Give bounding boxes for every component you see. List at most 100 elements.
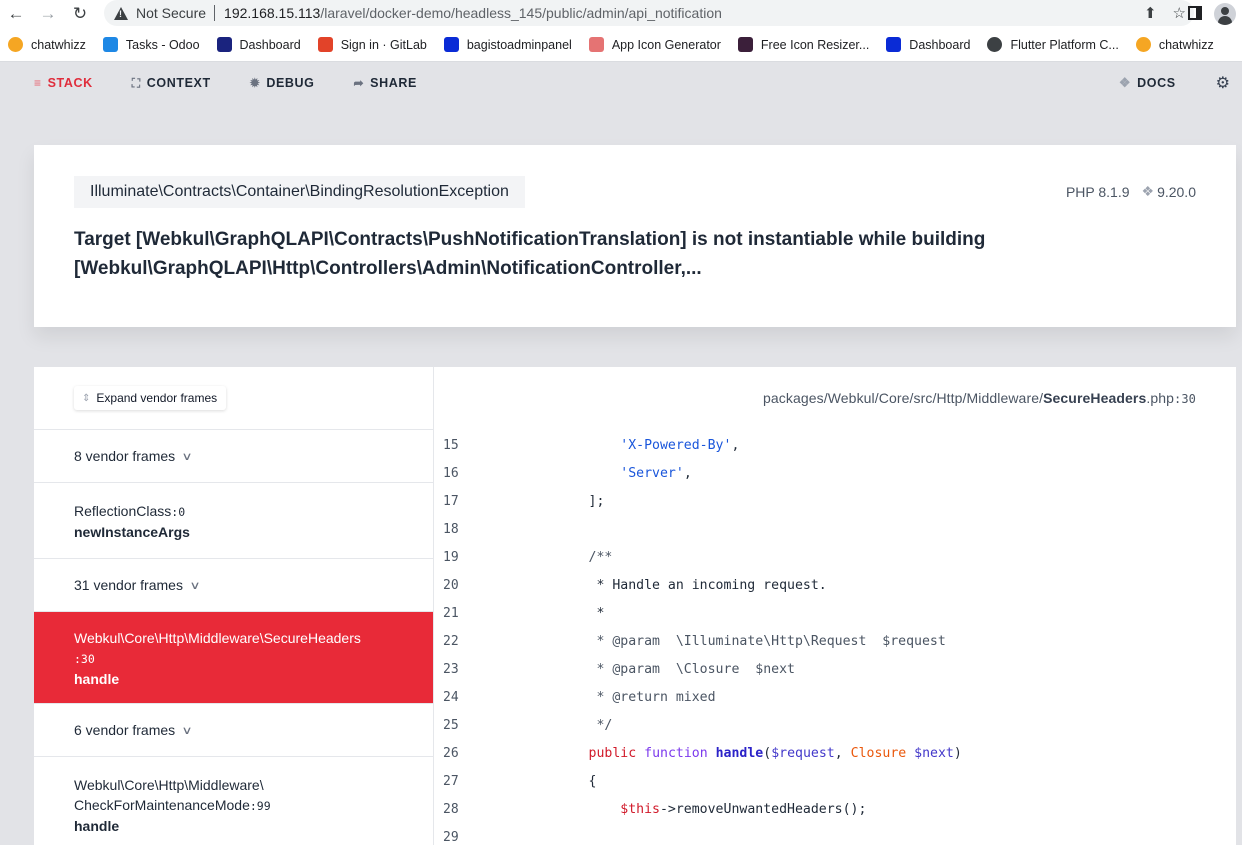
line-number[interactable]: 27 xyxy=(435,774,525,789)
code-line: 21 * xyxy=(435,599,1236,627)
laravel-icon: ❖ xyxy=(1118,75,1132,90)
bookmark-item[interactable]: Flutter Platform C... xyxy=(987,37,1119,52)
vendor-frames-toggle[interactable]: 31 vendor frames ∨ xyxy=(34,559,433,612)
tab-debug[interactable]: ✹ DEBUG xyxy=(250,76,315,90)
url-text[interactable]: 192.168.15.113/laravel/docker-demo/headl… xyxy=(224,5,722,21)
bookmark-item[interactable]: chatwhizz xyxy=(8,37,86,52)
share-page-icon[interactable]: ⬆ xyxy=(1144,4,1157,22)
exception-message: Target [Webkul\GraphQLAPI\Contracts\Push… xyxy=(74,229,986,279)
profile-avatar[interactable] xyxy=(1214,3,1236,25)
php-version: PHP 8.1.9 xyxy=(1065,183,1130,200)
arrow-left-icon: ← xyxy=(7,4,25,23)
code-line: 27 { xyxy=(435,767,1236,795)
line-number[interactable]: 22 xyxy=(435,634,525,649)
bug-icon: ✹ xyxy=(249,76,261,90)
line-number[interactable]: 15 xyxy=(435,438,525,453)
resizer-icon xyxy=(737,37,753,52)
line-number[interactable]: 26 xyxy=(435,746,525,761)
tab-label: DEBUG xyxy=(266,76,315,90)
vendor-frames-toggle[interactable]: 6 vendor frames ∨ xyxy=(34,704,433,757)
line-number[interactable]: 17 xyxy=(435,494,525,509)
frame-class: ReflectionClass xyxy=(74,503,172,519)
frame-method: newInstanceArgs xyxy=(74,524,190,540)
stack-frame-selected[interactable]: Webkul\Core\Http\Middleware\SecureHeader… xyxy=(34,612,433,704)
line-number[interactable]: 18 xyxy=(435,522,525,537)
security-status[interactable]: Not Secure xyxy=(136,5,206,21)
chevron-down-icon: ∨ xyxy=(189,579,201,592)
line-number[interactable]: 19 xyxy=(435,550,525,565)
bookmark-item[interactable]: bagistoadminpanel xyxy=(443,37,572,52)
side-panel-icon[interactable] xyxy=(1188,6,1202,20)
frames-header: ⇕ Expand vendor frames xyxy=(34,367,433,430)
reload-button[interactable]: ↻ xyxy=(64,0,96,28)
code-text: /** xyxy=(588,549,613,565)
line-number[interactable]: 29 xyxy=(435,830,525,845)
docs-link[interactable]: ❖ DOCS xyxy=(1119,75,1176,91)
line-number[interactable]: 23 xyxy=(435,662,525,677)
address-bar[interactable]: Not Secure 192.168.15.113/laravel/docker… xyxy=(104,0,1194,26)
code-line: 17 ]; xyxy=(435,487,1236,515)
expand-vendor-frames-button[interactable]: ⇕ Expand vendor frames xyxy=(74,386,227,410)
code-line: 29 xyxy=(435,823,1236,845)
code-text: ]; xyxy=(525,493,605,509)
file-path[interactable]: packages/Webkul/Core/src/Http/Middleware… xyxy=(763,390,1196,406)
line-number[interactable]: 16 xyxy=(435,466,525,481)
bookmark-item[interactable]: Dashboard xyxy=(886,37,970,52)
gear-icon[interactable]: ⚙ xyxy=(1216,73,1230,93)
warning-icon xyxy=(114,6,128,20)
bookmark-item[interactable]: App Icon Generator xyxy=(588,37,721,52)
line-number[interactable]: 20 xyxy=(435,578,525,593)
line-number[interactable]: 25 xyxy=(435,718,525,733)
browser-toolbar: ← → ↻ Not Secure 192.168.15.113/laravel/… xyxy=(0,0,1242,28)
bookmark-label: Free Icon Resizer... xyxy=(760,37,870,52)
code-viewer: packages/Webkul/Core/src/Http/Middleware… xyxy=(435,367,1236,845)
code-line: 20 * Handle an incoming request. xyxy=(435,571,1236,599)
forward-button[interactable]: → xyxy=(32,0,64,28)
chevron-down-icon: ∨ xyxy=(181,724,193,737)
gitlab-icon xyxy=(317,37,333,52)
vendor-frames-toggle[interactable]: 8 vendor frames ∨ xyxy=(34,430,433,483)
back-button[interactable]: ← xyxy=(0,0,32,28)
tab-context[interactable]: ⛶ CONTEXT xyxy=(132,76,211,91)
code-text: * @return mixed xyxy=(596,689,716,705)
tab-stack[interactable]: ≡ STACK xyxy=(34,76,93,90)
stack-icon: ≡ xyxy=(34,76,42,90)
code-line: 16 'Server', xyxy=(435,459,1236,487)
line-number[interactable]: 24 xyxy=(435,690,525,705)
code-line: 19 /** xyxy=(435,543,1236,571)
bookmark-item[interactable]: Dashboard xyxy=(216,37,301,52)
bookmark-label: Flutter Platform C... xyxy=(1010,37,1119,52)
bookmark-item[interactable]: Tasks - Odoo xyxy=(102,37,200,52)
line-number[interactable]: 21 xyxy=(435,606,525,621)
bookmark-label: Dashboard xyxy=(239,37,301,52)
path-prefix: packages/Webkul/Core/src/Http/Middleware… xyxy=(763,390,1044,406)
globe-icon xyxy=(987,37,1003,52)
chatwhizz-icon xyxy=(8,37,23,52)
bookmark-label: Tasks - Odoo xyxy=(125,37,200,52)
stack-frame[interactable]: Webkul\Core\Http\Middleware\ CheckForMain… xyxy=(34,757,433,845)
bookmark-item[interactable]: chatwhizz xyxy=(1135,37,1214,52)
tab-share[interactable]: ➦ SHARE xyxy=(354,76,417,90)
code-line: 24 * @return mixed xyxy=(435,683,1236,711)
arrow-right-icon: → xyxy=(39,4,57,23)
bookmark-item[interactable]: Free Icon Resizer... xyxy=(737,37,870,52)
bookmark-item[interactable]: Sign in · GitLab xyxy=(317,37,427,52)
stack-frame[interactable]: ReflectionClass:0 newInstanceArgs xyxy=(34,483,433,559)
vendor-frames-label: 31 vendor frames xyxy=(74,577,183,593)
code-line: 18 xyxy=(435,515,1236,543)
bookmark-label: Sign in · GitLab xyxy=(340,37,427,52)
code-line: 15 'X-Powered-By', xyxy=(435,431,1236,459)
laravel-version: 9.20.0 xyxy=(1157,183,1196,200)
divider xyxy=(214,5,216,21)
bookmark-label: App Icon Generator xyxy=(611,37,721,52)
file-line: 30 xyxy=(1181,392,1196,406)
url-path: /laravel/docker-demo/headless_145/public… xyxy=(320,5,722,21)
frame-method: handle xyxy=(74,671,120,687)
code-text: $this->removeUnwantedHeaders(); xyxy=(620,801,867,817)
frame-location: Webkul\Core\Http\Middleware\ CheckForMain… xyxy=(74,775,393,816)
bookmark-star-icon[interactable]: ☆ xyxy=(1173,4,1186,22)
dashboard-m-icon xyxy=(216,37,232,52)
line-number[interactable]: 28 xyxy=(435,802,525,817)
bookmark-label: Dashboard xyxy=(909,37,971,52)
code-line: 23 * @param \Closure $next xyxy=(435,655,1236,683)
